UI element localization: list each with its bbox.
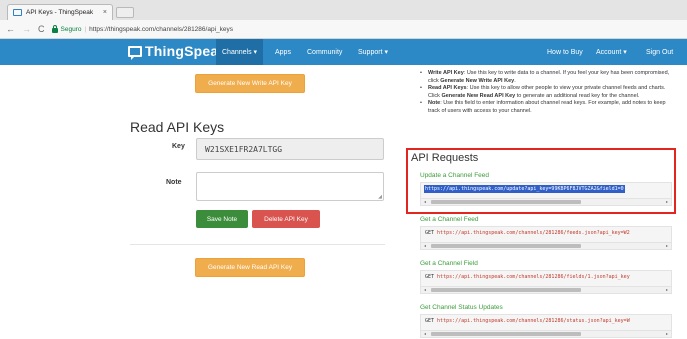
get-field-code[interactable]: GET https://api.thingspeak.com/channels/… <box>420 270 672 294</box>
generate-read-key-button[interactable]: Generate New Read API Key <box>195 258 305 277</box>
url-input[interactable]: Seguro | https://thingspeak.com/channels… <box>51 22 233 36</box>
update-channel-feed-link[interactable]: Update a Channel Feed <box>420 172 489 179</box>
scrollbar-thumb[interactable] <box>431 288 581 292</box>
url-text: https://thingspeak.com/channels/281286/a… <box>89 25 233 33</box>
horizontal-scrollbar[interactable]: ◂ ▸ <box>421 198 671 205</box>
scrollbar-thumb[interactable] <box>431 244 581 248</box>
tab-title: API Keys - ThingSpeak <box>26 9 94 16</box>
scroll-right-icon[interactable]: ▸ <box>666 331 668 337</box>
update-feed-code[interactable]: https://api.thingspeak.com/update?api_ke… <box>420 182 672 206</box>
section-divider <box>130 244 385 245</box>
get-channel-feed-link[interactable]: Get a Channel Feed <box>420 216 479 223</box>
help-item-read-keys: Read API Keys: Use this key to allow oth… <box>420 85 670 100</box>
get-feed-code[interactable]: GET https://api.thingspeak.com/channels/… <box>420 226 672 250</box>
speech-bubble-icon <box>128 45 142 60</box>
generate-write-key-button[interactable]: Generate New Write API Key <box>195 74 305 93</box>
scroll-left-icon[interactable]: ◂ <box>424 199 426 205</box>
nav-sign-out[interactable]: Sign Out <box>640 39 679 65</box>
read-key-value: W21SXE1FR2A7LTGG <box>205 144 283 154</box>
nav-support[interactable]: Support ▾ <box>352 39 394 65</box>
help-list: Write API Key: Use this key to write dat… <box>420 70 670 115</box>
nav-channels[interactable]: Channels ▾ <box>216 39 264 65</box>
save-note-button[interactable]: Save Note <box>196 210 248 228</box>
help-item-write-key: Write API Key: Use this key to write dat… <box>420 70 670 85</box>
horizontal-scrollbar[interactable]: ◂ ▸ <box>421 286 671 293</box>
scroll-left-icon[interactable]: ◂ <box>424 243 426 249</box>
scrollbar-thumb[interactable] <box>431 200 581 204</box>
browser-tabstrip: API Keys - ThingSpeak × <box>0 0 687 20</box>
get-feed-request[interactable]: GET https://api.thingspeak.com/channels/… <box>425 230 630 236</box>
nav-how-to-buy[interactable]: How to Buy <box>541 39 589 65</box>
url-separator: | <box>84 25 87 33</box>
scroll-right-icon[interactable]: ▸ <box>666 287 668 293</box>
help-item-note: Note: Use this field to enter informatio… <box>420 100 670 115</box>
resize-grip-icon[interactable]: ◢ <box>378 194 382 200</box>
read-key-field[interactable]: W21SXE1FR2A7LTGG <box>196 138 384 160</box>
delete-api-key-button[interactable]: Delete API Key <box>252 210 320 228</box>
forward-icon[interactable]: → <box>22 24 31 34</box>
tab-close-icon[interactable]: × <box>103 9 107 16</box>
back-icon[interactable]: ← <box>6 24 15 34</box>
secure-label: Seguro <box>60 25 82 33</box>
get-channel-field-link[interactable]: Get a Channel Field <box>420 260 478 267</box>
api-requests-heading: API Requests <box>411 152 479 164</box>
update-feed-url[interactable]: https://api.thingspeak.com/update?api_ke… <box>424 185 625 193</box>
tab-favicon-icon <box>13 9 22 16</box>
get-status-request[interactable]: GET https://api.thingspeak.com/channels/… <box>425 318 630 324</box>
new-tab-button[interactable] <box>116 7 134 18</box>
note-textarea[interactable]: ◢ <box>196 172 384 201</box>
reload-icon[interactable]: C <box>38 24 45 34</box>
address-bar: ← → C Seguro | https://thingspeak.com/ch… <box>0 20 687 39</box>
nav-community[interactable]: Community <box>301 39 348 65</box>
get-channel-status-link[interactable]: Get Channel Status Updates <box>420 304 503 311</box>
scroll-right-icon[interactable]: ▸ <box>666 243 668 249</box>
scroll-left-icon[interactable]: ◂ <box>424 287 426 293</box>
read-api-keys-heading: Read API Keys <box>130 119 225 135</box>
note-label: Note <box>166 179 182 186</box>
horizontal-scrollbar[interactable]: ◂ ▸ <box>421 242 671 249</box>
get-status-code[interactable]: GET https://api.thingspeak.com/channels/… <box>420 314 672 338</box>
scroll-left-icon[interactable]: ◂ <box>424 331 426 337</box>
get-field-request[interactable]: GET https://api.thingspeak.com/channels/… <box>425 274 630 280</box>
site-navbar: ThingSpeak™ Channels ▾ Apps Community Su… <box>0 39 687 65</box>
scroll-right-icon[interactable]: ▸ <box>666 199 668 205</box>
horizontal-scrollbar[interactable]: ◂ ▸ <box>421 330 671 337</box>
nav-account[interactable]: Account ▾ <box>590 39 633 65</box>
nav-apps[interactable]: Apps <box>269 39 297 65</box>
lock-icon <box>51 24 58 33</box>
key-label: Key <box>172 143 185 150</box>
scrollbar-thumb[interactable] <box>431 332 581 336</box>
browser-tab[interactable]: API Keys - ThingSpeak × <box>7 4 113 20</box>
